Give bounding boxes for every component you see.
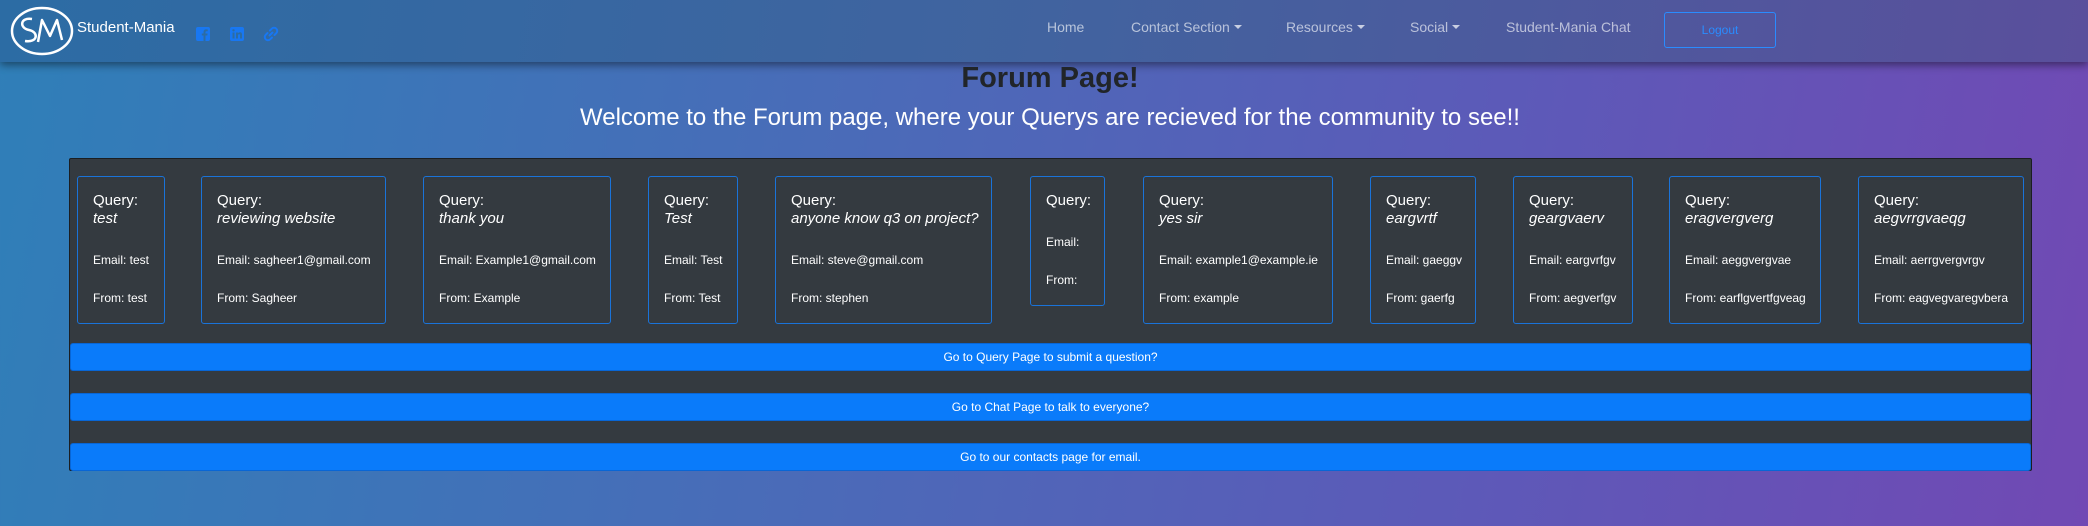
query-title: aegvrrgvaeqg — [1874, 210, 1966, 227]
brand-name[interactable]: Student-Mania — [77, 19, 175, 36]
query-email: Email: gaeggv — [1386, 253, 1463, 267]
nav-chat-label: Student-Mania Chat — [1506, 19, 1631, 35]
query-label: Query: — [1874, 192, 1920, 209]
query-title: reviewing website — [217, 210, 336, 227]
query-email: Email: — [1046, 235, 1080, 249]
query-email: Email: example1@example.ie — [1159, 253, 1318, 267]
query-email: Email: aerrgvergvrgv — [1874, 253, 1985, 267]
query-title: eargvrtf — [1386, 210, 1437, 227]
query-label: Query: — [217, 192, 263, 209]
query-email: Email: Example1@gmail.com — [439, 253, 596, 267]
query-label: Query: — [1386, 192, 1432, 209]
chevron-down-icon — [1356, 25, 1365, 29]
page-title: Forum Page! — [961, 62, 1139, 94]
nav-student-mania-chat[interactable]: Student-Mania Chat — [1506, 19, 1631, 35]
query-email: Email: sagheer1@gmail.com — [217, 253, 371, 267]
query-from: From: Test — [664, 291, 721, 305]
query-label: Query: — [93, 192, 139, 209]
navbar: Student-Mania Home Contact Section Resou… — [0, 0, 2088, 62]
query-from: From: example — [1159, 291, 1240, 305]
nav-social[interactable]: Social — [1410, 19, 1461, 35]
query-card: Query: eragvergverg Email: aeggvergvae F… — [1669, 176, 1821, 324]
student-mania-logo[interactable] — [10, 6, 74, 56]
query-card: Query: anyone know q3 on project? Email:… — [775, 176, 992, 324]
query-from: From: eagvegvaregvbera — [1874, 291, 2009, 305]
query-label: Query: — [1159, 192, 1205, 209]
logout-button[interactable]: Logout — [1664, 12, 1776, 48]
query-label: Query: — [1685, 192, 1731, 209]
nav-contact-section[interactable]: Contact Section — [1131, 19, 1242, 35]
linkedin-icon[interactable] — [229, 26, 245, 42]
query-title: yes sir — [1159, 210, 1203, 227]
nav-resources[interactable]: Resources — [1286, 19, 1365, 35]
query-label: Query: — [664, 192, 710, 209]
query-card: Query: thank you Email: Example1@gmail.c… — [423, 176, 611, 324]
nav-contact-section-label: Contact Section — [1131, 19, 1230, 35]
query-email: Email: test — [93, 253, 150, 267]
query-title: Test — [664, 210, 692, 227]
facebook-icon[interactable] — [195, 26, 211, 42]
query-label: Query: — [1046, 192, 1092, 209]
link-icon[interactable] — [263, 26, 279, 42]
query-title: thank you — [439, 210, 505, 227]
query-title: test — [93, 210, 118, 227]
query-from: From: gaerfg — [1386, 291, 1455, 305]
query-title: anyone know q3 on project? — [791, 210, 979, 227]
nav-resources-label: Resources — [1286, 19, 1353, 35]
query-card: Query: geargvaerv Email: eargvrfgv From:… — [1513, 176, 1633, 324]
nav-home[interactable]: Home — [1047, 19, 1084, 35]
query-card: Query: aegvrrgvaeqg Email: aerrgvergvrgv… — [1858, 176, 2024, 324]
go-to-chat-page-button[interactable]: Go to Chat Page to talk to everyone? — [70, 393, 2031, 421]
query-title: eragvergverg — [1685, 210, 1774, 227]
query-title: geargvaerv — [1529, 210, 1605, 227]
query-email: Email: steve@gmail.com — [791, 253, 924, 267]
query-label: Query: — [791, 192, 837, 209]
query-card: Query: eargvrtf Email: gaeggv From: gaer… — [1370, 176, 1476, 324]
query-label: Query: — [1529, 192, 1575, 209]
chevron-down-icon — [1233, 25, 1242, 29]
query-email: Email: Test — [664, 253, 723, 267]
query-card: Query: Test Email: Test From: Test — [648, 176, 738, 324]
query-email: Email: eargvrfgv — [1529, 253, 1616, 267]
go-to-query-page-button[interactable]: Go to Query Page to submit a question? — [70, 343, 2031, 371]
query-card: Query: yes sir Email: example1@example.i… — [1143, 176, 1333, 324]
query-from: From: earflgvertfgveag — [1685, 291, 1806, 305]
query-from: From: test — [93, 291, 148, 305]
query-label: Query: — [439, 192, 485, 209]
query-from: From: stephen — [791, 291, 869, 305]
query-from: From: Example — [439, 291, 521, 305]
query-card: Query: Email: From: — [1030, 176, 1105, 306]
go-to-contacts-page-button[interactable]: Go to our contacts page for email. — [70, 443, 2031, 471]
nav-home-label: Home — [1047, 19, 1085, 35]
query-from: From: Sagheer — [217, 291, 298, 305]
query-card: Query: reviewing website Email: sagheer1… — [201, 176, 386, 324]
page-subtitle: Welcome to the Forum page, where your Qu… — [580, 104, 1520, 131]
query-from: From: aegverfgv — [1529, 291, 1617, 305]
chevron-down-icon — [1452, 25, 1461, 29]
nav-social-label: Social — [1410, 19, 1449, 35]
query-from: From: — [1046, 273, 1078, 287]
query-card: Query: test Email: test From: test — [77, 176, 165, 324]
query-email: Email: aeggvergvae — [1685, 253, 1792, 267]
